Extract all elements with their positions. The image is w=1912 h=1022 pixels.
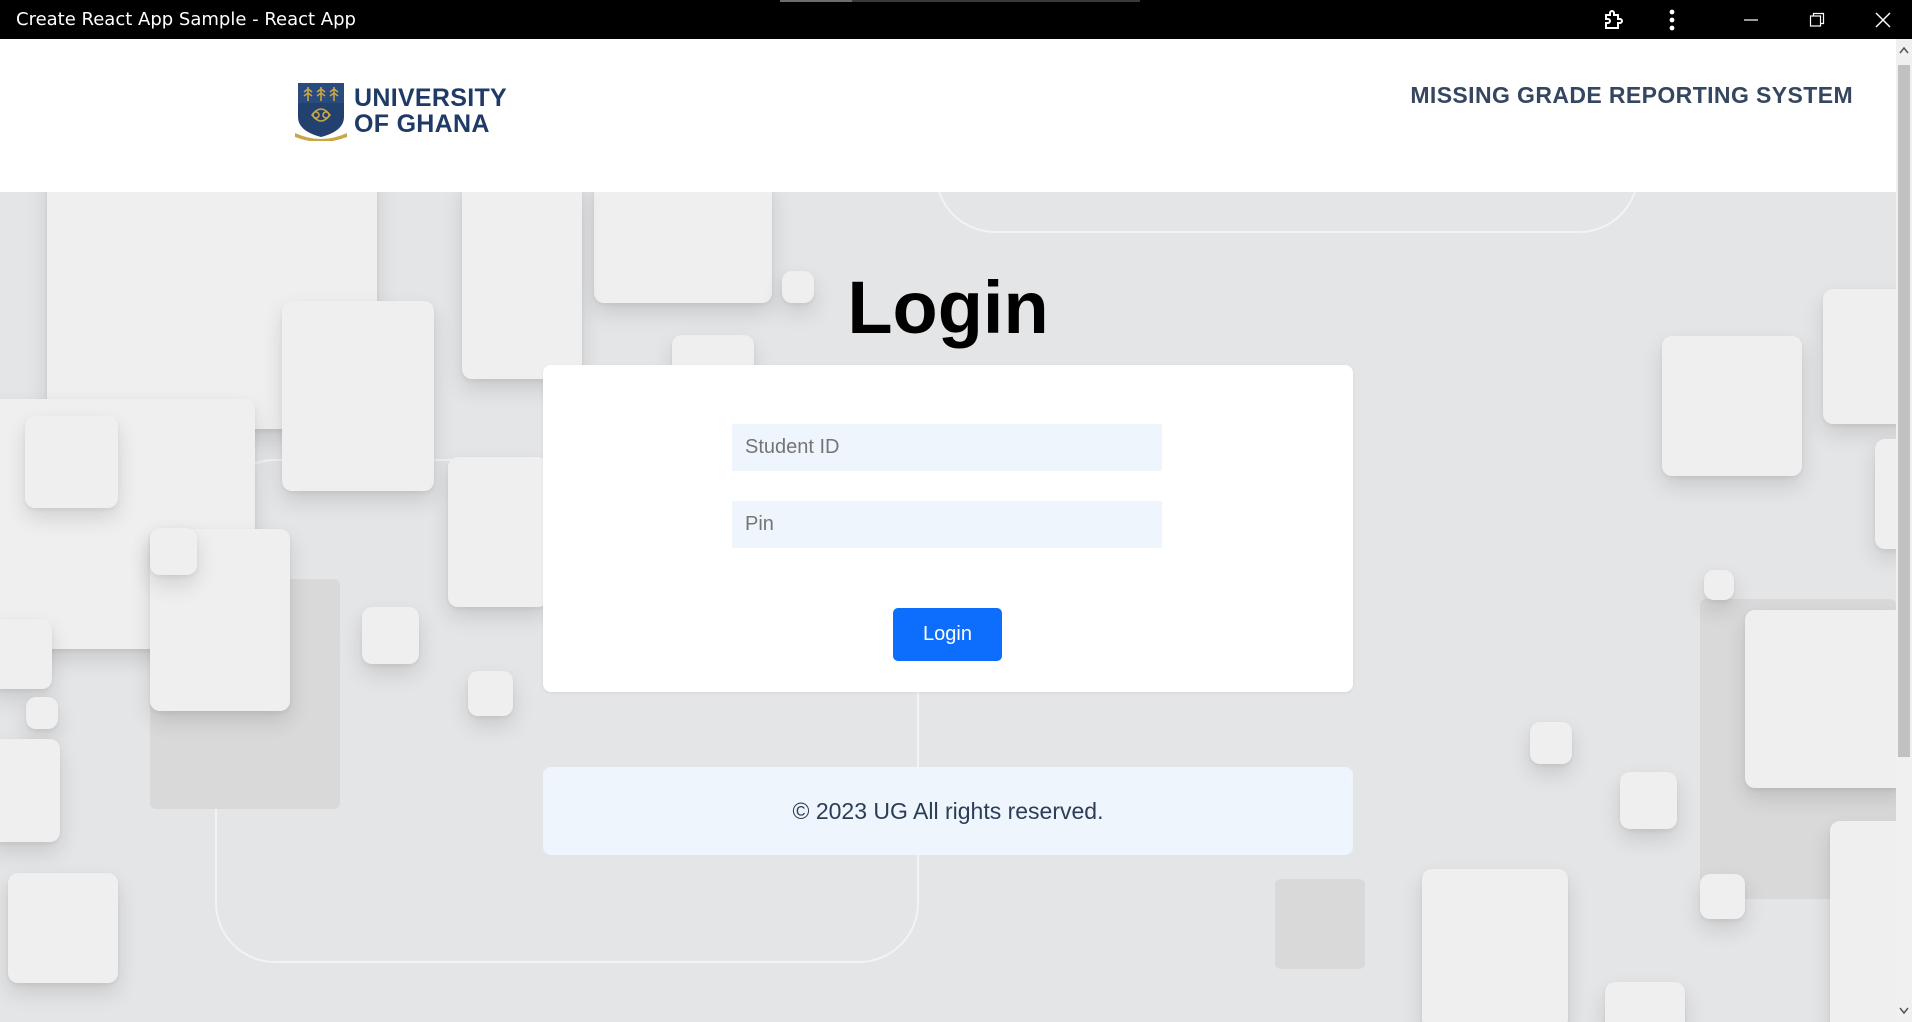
tab-strip-indicator <box>780 0 1140 2</box>
background-shape <box>26 697 58 729</box>
background-shape <box>150 528 197 575</box>
logo-text: UNIVERSITY OF GHANA <box>354 85 507 137</box>
student-id-input[interactable] <box>732 424 1162 471</box>
background-shape <box>1530 722 1572 764</box>
background-shape <box>448 457 548 607</box>
logo-line-1: UNIVERSITY <box>354 84 508 112</box>
crest-icon <box>295 83 347 141</box>
background-shape <box>1605 982 1685 1022</box>
background-shape <box>1662 336 1802 476</box>
pin-input[interactable] <box>732 501 1162 548</box>
login-card: Login <box>543 365 1353 692</box>
background-shape <box>1620 772 1677 829</box>
background-shape <box>1704 570 1734 600</box>
window-title: Create React App Sample - React App <box>16 9 356 30</box>
background-shape <box>1830 821 1896 1022</box>
scroll-down-icon[interactable] <box>1896 1002 1912 1020</box>
login-button[interactable]: Login <box>893 608 1002 661</box>
background-shape <box>362 607 419 664</box>
copyright-text: © 2023 UG All rights reserved. <box>792 797 1104 824</box>
app-title: MISSING GRADE REPORTING SYSTEM <box>1410 82 1853 108</box>
background-shape <box>1422 869 1568 1022</box>
background-shape <box>25 416 118 508</box>
restore-icon[interactable] <box>1792 0 1842 39</box>
background-shape <box>0 619 52 689</box>
background-shape <box>8 873 118 983</box>
scroll-up-icon[interactable] <box>1896 41 1912 59</box>
vertical-scrollbar[interactable] <box>1896 39 1912 1022</box>
more-options-icon[interactable] <box>1654 0 1690 39</box>
active-tab-indicator <box>780 0 852 2</box>
background-shape <box>0 739 60 842</box>
login-heading: Login <box>847 266 1049 349</box>
background-shape <box>1700 874 1745 919</box>
site-header: UNIVERSITY OF GHANA MISSING GRADE REPORT… <box>0 39 1896 192</box>
close-icon[interactable] <box>1858 0 1908 39</box>
background-shape <box>1745 610 1896 788</box>
university-logo[interactable]: UNIVERSITY OF GHANA <box>294 81 507 141</box>
background-shape <box>1275 879 1365 969</box>
scrollbar-thumb[interactable] <box>1898 65 1910 757</box>
minimize-icon[interactable] <box>1726 0 1776 39</box>
site-footer: © 2023 UG All rights reserved. <box>543 767 1353 855</box>
extensions-icon[interactable] <box>1596 0 1632 39</box>
logo-line-2: OF GHANA <box>354 110 490 138</box>
background-shape <box>468 671 513 716</box>
background-shape <box>1875 439 1896 549</box>
window-title-bar: Create React App Sample - React App <box>0 0 1912 39</box>
page-viewport: UNIVERSITY OF GHANA MISSING GRADE REPORT… <box>0 39 1896 1022</box>
